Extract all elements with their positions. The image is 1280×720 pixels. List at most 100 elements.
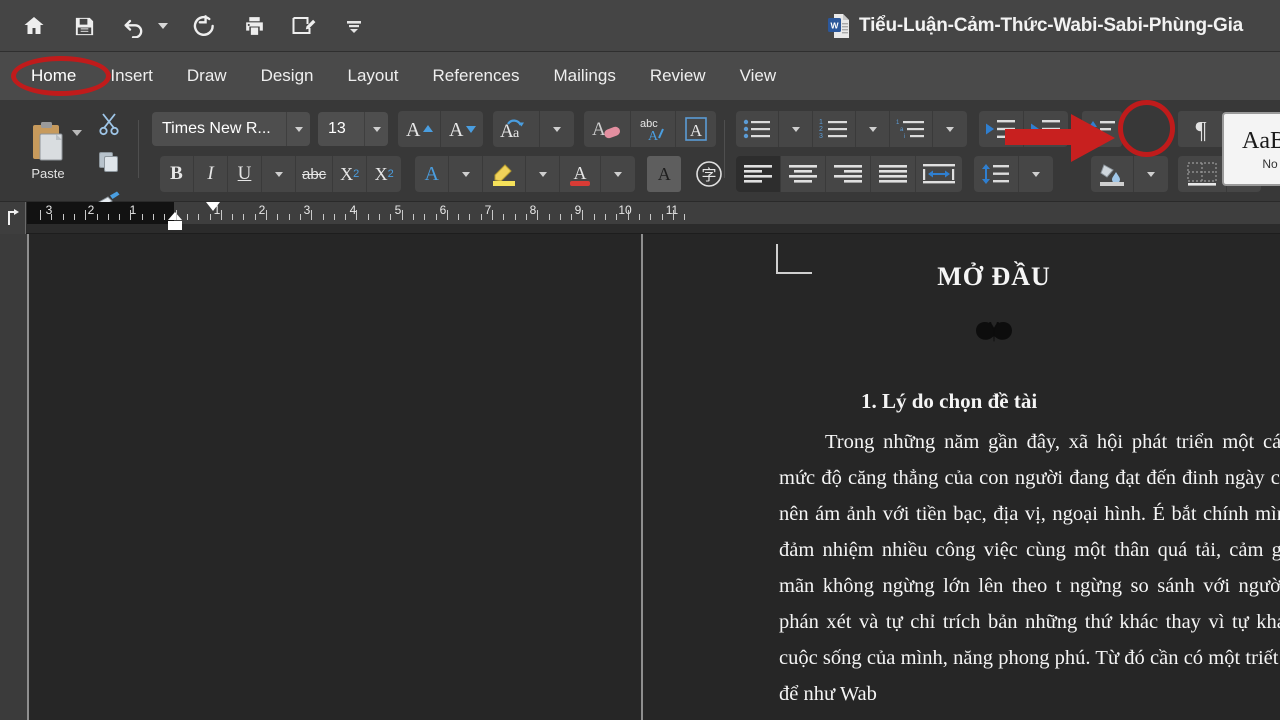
ruler-track[interactable]: 3 2 1 1 2 3 4 5 6 7 8 9 10 11 [27,202,1280,234]
shading-caret-icon[interactable] [1134,156,1168,192]
customize-toolbar-icon[interactable] [340,12,368,40]
tab-design[interactable]: Design [244,62,331,90]
change-case-group: A a [493,111,574,147]
numbering-button[interactable]: 1 2 3 [813,111,856,147]
sort-button[interactable] [1082,111,1122,147]
subscript-button[interactable]: X2 [333,156,368,192]
ruler-tick [209,214,211,220]
change-case-caret-icon[interactable] [540,111,574,147]
save-icon[interactable] [70,12,98,40]
line-spacing-caret-icon[interactable] [1019,156,1053,192]
font-extras-group: A abc A A [584,111,716,147]
text-color-button[interactable]: A [560,156,602,192]
first-line-indent-marker[interactable] [206,202,220,211]
cut-button[interactable] [92,106,126,142]
font-size-caret-icon[interactable] [364,112,388,146]
underline-caret-icon[interactable] [262,156,296,192]
line-spacing-group [974,156,1053,192]
tab-review[interactable]: Review [633,62,723,90]
multilevel-list-button[interactable]: 1 a i [890,111,933,147]
document-page[interactable]: MỞ ĐẦU 1. Lý do chọn đề tài Trong những … [27,234,1280,720]
svg-text:A: A [500,121,514,141]
styles-gallery-item[interactable]: AaBb No [1222,112,1280,186]
decrease-indent-button[interactable] [979,111,1024,147]
paste-button[interactable]: Paste [12,100,84,202]
tab-home[interactable]: Home [14,62,93,90]
ruler-tick [548,214,550,220]
undo-icon[interactable] [120,12,148,40]
font-name-combo[interactable]: Times New R... [152,112,310,146]
ruler-tick [186,214,188,220]
tab-mailings[interactable]: Mailings [536,62,632,90]
tab-draw[interactable]: Draw [170,62,244,90]
style-name: No [1262,156,1278,171]
ruler-tick [446,210,448,220]
home-icon[interactable] [20,12,48,40]
ruler-tick [299,214,301,220]
track-changes-icon[interactable] [290,12,318,40]
undo-dropdown-caret-icon[interactable] [158,23,168,29]
align-right-button[interactable] [826,156,871,192]
ruler-tick [85,210,87,220]
page-inner-edge [641,234,643,720]
distributed-align-button[interactable] [916,156,962,192]
svg-text:A: A [574,163,587,183]
tab-references[interactable]: References [416,62,537,90]
ruler-number-7: 7 [484,203,492,217]
tab-stop-selector[interactable] [0,202,26,234]
shrink-font-button[interactable]: A [441,111,483,147]
indent-group [979,111,1068,147]
doc-section-heading: 1. Lý do chọn đề tài [861,389,1038,413]
align-left-button[interactable] [736,156,781,192]
font-color-caret-icon[interactable] [449,156,484,192]
tab-view[interactable]: View [723,62,794,90]
superscript-button[interactable]: X2 [367,156,401,192]
document-canvas[interactable]: MỞ ĐẦU 1. Lý do chọn đề tài Trong những … [0,234,1280,720]
print-icon[interactable] [240,12,268,40]
bullets-caret-icon[interactable] [779,111,813,147]
spelling-check-button[interactable]: abc A [631,111,676,147]
bullets-button[interactable] [736,111,779,147]
line-spacing-button[interactable] [974,156,1019,192]
ruler-tick [684,214,686,220]
shading-button[interactable] [1091,156,1134,192]
ribbon: Paste Times New R... 13 A A A a A abc A … [0,100,1280,290]
tab-insert[interactable]: Insert [93,62,170,90]
font-name-value: Times New R... [162,120,271,137]
align-center-button[interactable] [781,156,826,192]
underline-button[interactable]: U [228,156,262,192]
ruler-tick [254,214,256,220]
redo-icon[interactable] [190,12,218,40]
document-title-group: W Tiểu-Luận-Cảm-Thức-Wabi-Sabi-Phùng-Gia [828,0,1243,52]
font-name-caret-icon[interactable] [286,112,310,146]
ruler-number-10: 10 [618,203,632,217]
numbering-caret-icon[interactable] [856,111,890,147]
text-color-caret-icon[interactable] [601,156,635,192]
highlight-caret-icon[interactable] [526,156,561,192]
increase-indent-button[interactable] [1024,111,1068,147]
doc-paragraph[interactable]: Trong những năm gần đây, xã hội phát tri… [779,424,1280,712]
italic-button[interactable]: I [194,156,228,192]
tab-layout[interactable]: Layout [330,62,415,90]
strikethrough-button[interactable]: abc [296,156,334,192]
change-case-button[interactable]: A a [493,111,540,147]
ruler-tick [96,214,98,220]
copy-button[interactable] [92,144,126,180]
show-marks-button[interactable]: ¶ [1178,111,1224,147]
svg-text:A: A [690,121,703,140]
multilevel-caret-icon[interactable] [933,111,967,147]
highlight-color-button[interactable] [483,156,527,192]
ruler-tick [367,214,369,220]
font-size-combo[interactable]: 13 [318,112,388,146]
paste-dropdown-caret-icon[interactable] [72,130,82,136]
left-indent-marker[interactable] [168,221,182,230]
character-shading-button[interactable]: A [647,156,682,192]
grow-font-button[interactable]: A [398,111,441,147]
font-color-button[interactable]: A [415,156,450,192]
clear-formatting-button[interactable]: A [584,111,631,147]
document-text[interactable]: MỞ ĐẦU 1. Lý do chọn đề tài Trong những … [779,262,1280,712]
borders-button[interactable] [1178,156,1227,192]
bold-button[interactable]: B [160,156,194,192]
text-effects-button[interactable]: A [676,111,716,147]
justify-button[interactable] [871,156,916,192]
